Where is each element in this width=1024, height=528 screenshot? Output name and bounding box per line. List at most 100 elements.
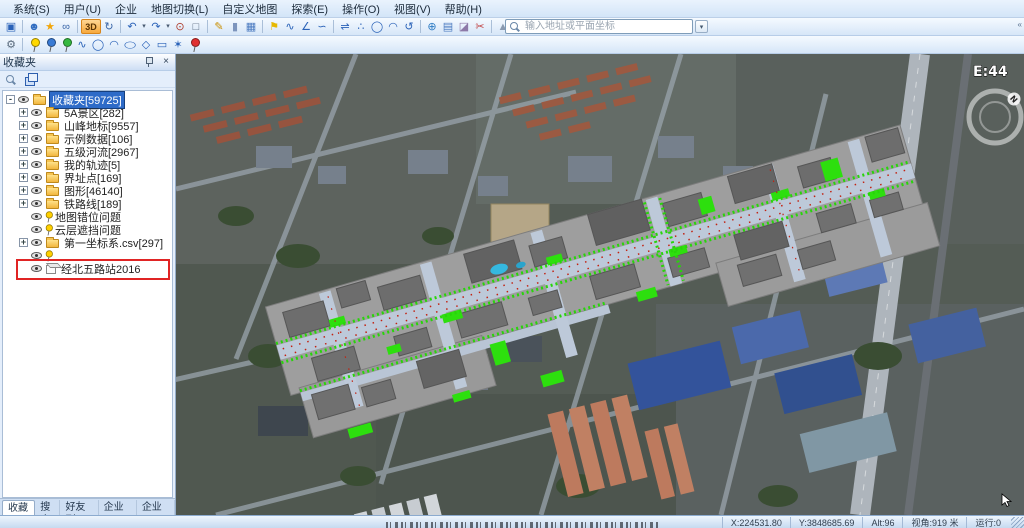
tree-expand-toggle[interactable]: + bbox=[19, 173, 28, 182]
menu-item-5[interactable]: 探索(E) bbox=[284, 0, 335, 18]
visibility-eye-icon[interactable] bbox=[31, 148, 42, 155]
menu-item-0[interactable]: 系统(S) bbox=[6, 0, 57, 18]
layers-icon[interactable] bbox=[25, 73, 37, 85]
marquee-select-icon[interactable]: □ bbox=[188, 19, 204, 35]
tree-expand-toggle[interactable]: + bbox=[19, 147, 28, 156]
resize-grip[interactable] bbox=[1011, 517, 1024, 528]
tree-expand-toggle[interactable]: + bbox=[19, 238, 28, 247]
panel-tab-0[interactable]: 收藏夹 bbox=[2, 500, 35, 515]
visibility-eye-icon[interactable] bbox=[31, 265, 42, 272]
address-search-box[interactable] bbox=[505, 19, 693, 34]
menu-item-8[interactable]: 帮助(H) bbox=[438, 0, 489, 18]
circle-shape-icon[interactable]: ◯ bbox=[90, 37, 106, 53]
menu-item-6[interactable]: 操作(O) bbox=[335, 0, 387, 18]
redo-icon[interactable]: ↷ bbox=[148, 19, 164, 35]
binoculars-icon[interactable]: ∞ bbox=[58, 19, 74, 35]
map-viewport[interactable]: E:44 N bbox=[176, 54, 1024, 515]
track-polyline-icon[interactable]: ∿ bbox=[74, 37, 90, 53]
blue-pin-icon[interactable] bbox=[42, 37, 58, 53]
menu-item-3[interactable]: 地图切换(L) bbox=[144, 0, 215, 18]
visibility-eye-icon[interactable] bbox=[31, 213, 42, 220]
address-search-dropdown-caret[interactable]: ▾ bbox=[695, 20, 708, 33]
undo-dropdown-caret[interactable]: ▾ bbox=[140, 19, 148, 35]
tree-expand-toggle[interactable]: + bbox=[19, 199, 28, 208]
tree-expand-toggle[interactable]: + bbox=[19, 108, 28, 117]
eraser-icon[interactable]: ◪ bbox=[456, 19, 472, 35]
polyline-icon[interactable]: ∿ bbox=[282, 19, 298, 35]
visibility-eye-icon[interactable] bbox=[31, 226, 42, 233]
panel-close-icon[interactable]: × bbox=[160, 56, 172, 68]
route-arrows-icon[interactable]: ⇌ bbox=[337, 19, 353, 35]
image-icon[interactable]: ▦ bbox=[243, 19, 259, 35]
visibility-eye-icon[interactable] bbox=[31, 109, 42, 116]
toolbar-overflow-button[interactable]: « bbox=[1018, 20, 1022, 29]
tree-expand-toggle[interactable]: + bbox=[19, 121, 28, 130]
star-burst-icon[interactable]: ✶ bbox=[170, 37, 186, 53]
undo-icon[interactable]: ↶ bbox=[124, 19, 140, 35]
settings-gear-icon[interactable]: ⚙ bbox=[3, 37, 19, 53]
panel-tab-bar: 收藏夹搜索好友列...企业用...企业云... bbox=[0, 498, 175, 515]
status-altitude: Alt:96 bbox=[862, 517, 902, 528]
angle-measure-icon[interactable]: ∠ bbox=[298, 19, 314, 35]
tree-expand-toggle[interactable]: + bbox=[19, 186, 28, 195]
globe-icon[interactable]: ⊕ bbox=[424, 19, 440, 35]
yellow-pin-icon bbox=[45, 223, 52, 235]
folder-icon bbox=[46, 148, 59, 157]
menu-item-2[interactable]: 企业 bbox=[108, 0, 144, 18]
visibility-eye-icon[interactable] bbox=[31, 122, 42, 129]
red-pin-icon[interactable] bbox=[186, 37, 202, 53]
save-icon[interactable]: ▣ bbox=[3, 19, 19, 35]
menu-item-4[interactable]: 自定义地图 bbox=[215, 0, 284, 18]
map-3d-view[interactable]: E:44 N bbox=[176, 54, 1024, 515]
status-y-coordinate: Y:3848685.69 bbox=[790, 517, 863, 528]
user-icon[interactable]: ☻ bbox=[26, 19, 42, 35]
panel-tab-2[interactable]: 好友列... bbox=[60, 500, 98, 515]
ruler-icon[interactable]: ▮ bbox=[227, 19, 243, 35]
menu-item-7[interactable]: 视图(V) bbox=[387, 0, 438, 18]
panel-tab-3[interactable]: 企业用... bbox=[99, 500, 137, 515]
tree-expand-toggle[interactable]: - bbox=[6, 95, 15, 104]
visibility-eye-icon[interactable] bbox=[31, 161, 42, 168]
curve-icon[interactable]: ∽ bbox=[314, 19, 330, 35]
visibility-eye-icon[interactable] bbox=[31, 200, 42, 207]
ellipse-shape-icon[interactable]: ◯ bbox=[122, 40, 138, 50]
panel-toolbar bbox=[0, 71, 175, 88]
map-snapshot-icon[interactable]: ▤ bbox=[440, 19, 456, 35]
address-search-input[interactable] bbox=[523, 20, 692, 33]
green-pin-icon bbox=[62, 37, 71, 52]
folder-icon bbox=[46, 200, 59, 209]
arc-shape-icon[interactable]: ◠ bbox=[106, 37, 122, 53]
scissors-icon[interactable]: ✂ bbox=[472, 19, 488, 35]
visibility-eye-icon[interactable] bbox=[31, 239, 42, 246]
rectangle-shape-icon[interactable]: ▭ bbox=[154, 37, 170, 53]
menu-item-1[interactable]: 用户(U) bbox=[57, 0, 108, 18]
circle-draw-icon[interactable]: ◯ bbox=[369, 19, 385, 35]
favorites-star-icon[interactable]: ★ bbox=[42, 19, 58, 35]
diamond-shape-icon[interactable]: ◇ bbox=[138, 37, 154, 53]
rotate-shape-icon[interactable]: ↺ bbox=[401, 19, 417, 35]
arc-draw-icon[interactable]: ◠ bbox=[385, 19, 401, 35]
status-bar: X:224531.80 Y:3848685.69 Alt:96 视角:919 米… bbox=[0, 515, 1024, 528]
visibility-eye-icon[interactable] bbox=[31, 252, 42, 259]
tree-expand-toggle[interactable]: + bbox=[19, 134, 28, 143]
point-set-icon[interactable]: ∴ bbox=[353, 19, 369, 35]
visibility-eye-icon[interactable] bbox=[18, 96, 29, 103]
rotate-view-icon[interactable]: ↻ bbox=[101, 19, 117, 35]
tree-expand-toggle[interactable]: + bbox=[19, 160, 28, 169]
pencil-icon[interactable]: ✎ bbox=[211, 19, 227, 35]
tree-row-11[interactable]: +第一坐标系.csv[297] bbox=[3, 236, 172, 249]
flag-pin-icon[interactable]: ⚑ bbox=[266, 19, 282, 35]
tree-search-icon[interactable] bbox=[5, 74, 16, 85]
green-pin-icon[interactable] bbox=[58, 37, 74, 53]
redo-dropdown-caret[interactable]: ▾ bbox=[164, 19, 172, 35]
panel-autohide-pin-icon[interactable] bbox=[144, 56, 153, 68]
visibility-eye-icon[interactable] bbox=[31, 187, 42, 194]
panel-tab-4[interactable]: 企业云... bbox=[137, 500, 175, 515]
lock-icon[interactable]: ⊙ bbox=[172, 19, 188, 35]
visibility-eye-icon[interactable] bbox=[31, 174, 42, 181]
tree-row-13[interactable]: 经北五路站2016 bbox=[3, 262, 172, 275]
visibility-eye-icon[interactable] bbox=[31, 135, 42, 142]
panel-tab-1[interactable]: 搜索 bbox=[35, 500, 60, 515]
3d-mode-button[interactable]: 3D bbox=[81, 19, 101, 34]
yellow-pin-icon[interactable] bbox=[26, 37, 42, 53]
